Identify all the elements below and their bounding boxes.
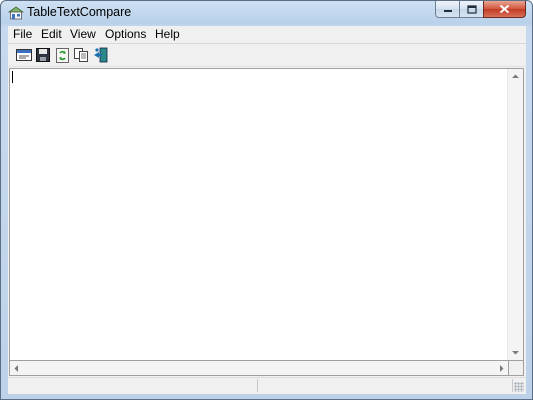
minimize-button[interactable] — [435, 1, 459, 18]
maximize-icon — [466, 4, 477, 14]
vertical-scrollbar[interactable] — [507, 69, 523, 360]
minimize-icon — [443, 10, 452, 12]
toolbar-open-button[interactable] — [15, 46, 33, 64]
toolbar — [8, 44, 526, 67]
resize-grip[interactable] — [514, 382, 524, 392]
horizontal-scrollbar[interactable] — [9, 361, 509, 376]
exit-icon — [93, 47, 107, 63]
menu-view[interactable]: View — [70, 27, 96, 41]
client-area: File Edit View Options Help — [8, 26, 526, 394]
save-icon — [36, 48, 50, 62]
scrollbar-corner — [509, 361, 524, 376]
status-pane-left — [8, 379, 258, 392]
title-bar[interactable]: TableTextCompare — [1, 1, 532, 25]
status-bar — [8, 377, 526, 394]
toolbar-refresh-button[interactable] — [53, 46, 71, 64]
copy-icon — [73, 48, 88, 62]
open-file-icon — [16, 49, 32, 61]
menu-help[interactable]: Help — [155, 27, 180, 41]
text-caret — [12, 71, 13, 83]
scroll-left-arrow-icon[interactable] — [14, 365, 19, 372]
scroll-right-arrow-icon[interactable] — [499, 365, 504, 372]
menu-file[interactable]: File — [13, 27, 32, 41]
toolbar-save-button[interactable] — [34, 46, 52, 64]
menu-options[interactable]: Options — [105, 27, 146, 41]
menu-bar: File Edit View Options Help — [8, 26, 526, 43]
toolbar-copy-button[interactable] — [72, 46, 90, 64]
window-title: TableTextCompare — [27, 5, 132, 19]
scroll-up-arrow-icon[interactable] — [512, 74, 519, 79]
table-compare-icon — [8, 6, 24, 20]
status-pane-right — [258, 379, 513, 392]
text-editor[interactable] — [9, 68, 524, 361]
caption-buttons — [435, 1, 526, 19]
refresh-icon — [55, 47, 69, 63]
close-icon — [499, 4, 510, 14]
close-button[interactable] — [483, 1, 526, 18]
menu-edit[interactable]: Edit — [41, 27, 62, 41]
toolbar-exit-button[interactable] — [91, 46, 109, 64]
maximize-button[interactable] — [459, 1, 483, 18]
scroll-down-arrow-icon[interactable] — [512, 350, 519, 355]
app-window: TableTextCompare File Edit View Options … — [0, 0, 533, 400]
